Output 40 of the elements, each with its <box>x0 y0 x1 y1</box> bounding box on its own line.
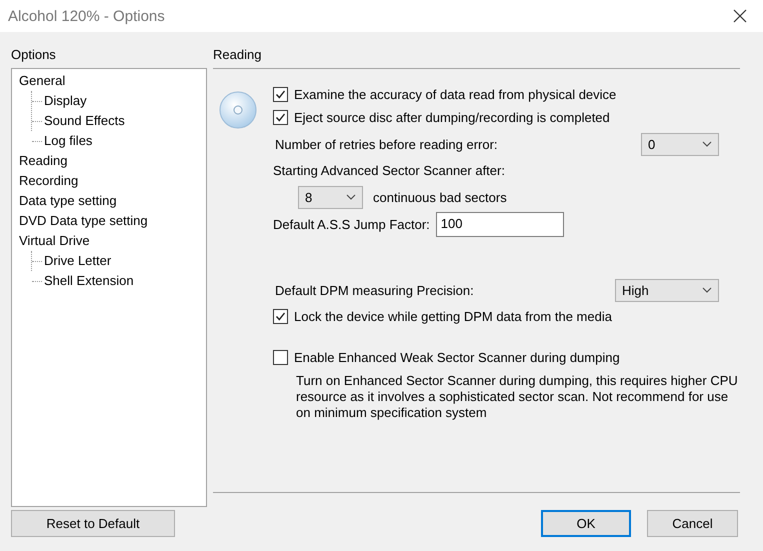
checkbox-label: Lock the device while getting DPM data from the media <box>294 309 612 324</box>
tree-item[interactable]: Display <box>44 91 87 111</box>
chevron-down-icon <box>346 194 356 200</box>
checkbox[interactable] <box>273 350 288 365</box>
field-label: Starting Advanced Sector Scanner after: <box>273 163 505 178</box>
checkbox[interactable] <box>273 110 288 125</box>
description-text: Turn on Enhanced Sector Scanner during dumping, this requires higher CPU resource as it involves a sophisticated sector scan. Not recommend for use on minimum specification system <box>295 373 739 421</box>
tree-item[interactable]: Shell Extension <box>44 271 134 291</box>
tree-item[interactable]: Sound Effects <box>44 111 125 131</box>
tree-item[interactable]: Reading <box>19 151 206 171</box>
field-label: Default DPM measuring Precision: <box>275 282 474 298</box>
field-label: Number of retries before reading error: <box>275 136 498 152</box>
tree-item[interactable]: Log files <box>44 131 92 151</box>
dropdown[interactable]: High <box>615 278 719 302</box>
tree-item[interactable]: Data type setting <box>19 191 206 211</box>
close-icon[interactable] <box>733 9 747 23</box>
input-field[interactable]: 100 <box>436 212 564 237</box>
chevron-down-icon <box>702 287 712 293</box>
checkbox-label: Examine the accuracy of data read from physical device <box>294 87 616 102</box>
tree-item[interactable]: Recording <box>19 171 206 191</box>
ok-button[interactable]: OK <box>541 510 631 537</box>
field-label: Default A.S.S Jump Factor: <box>273 217 430 232</box>
checkbox-label: Eject source disc after dumping/recording is completed <box>294 110 610 125</box>
dropdown[interactable]: 8 <box>298 186 363 208</box>
panel-heading: Reading <box>213 46 262 64</box>
sidebar-heading: Options <box>11 46 57 64</box>
chevron-down-icon <box>702 141 712 147</box>
dropdown[interactable]: 0 <box>641 132 719 156</box>
tree-item[interactable]: General <box>19 71 206 91</box>
window-title: Alcohol 120% - Options <box>8 8 165 24</box>
checkbox-label: Enable Enhanced Weak Sector Scanner during dumping <box>294 350 620 365</box>
tree-item[interactable]: DVD Data type setting <box>19 211 206 231</box>
disc-icon <box>219 91 257 129</box>
reset-button[interactable]: Reset to Default <box>11 510 175 537</box>
field-label: continuous bad sectors <box>373 190 507 204</box>
checkbox[interactable] <box>273 309 288 324</box>
cancel-button[interactable]: Cancel <box>647 510 738 537</box>
tree-item[interactable]: Drive Letter <box>44 251 112 271</box>
tree-item[interactable]: Virtual Drive <box>19 231 206 251</box>
checkbox[interactable] <box>273 87 288 102</box>
